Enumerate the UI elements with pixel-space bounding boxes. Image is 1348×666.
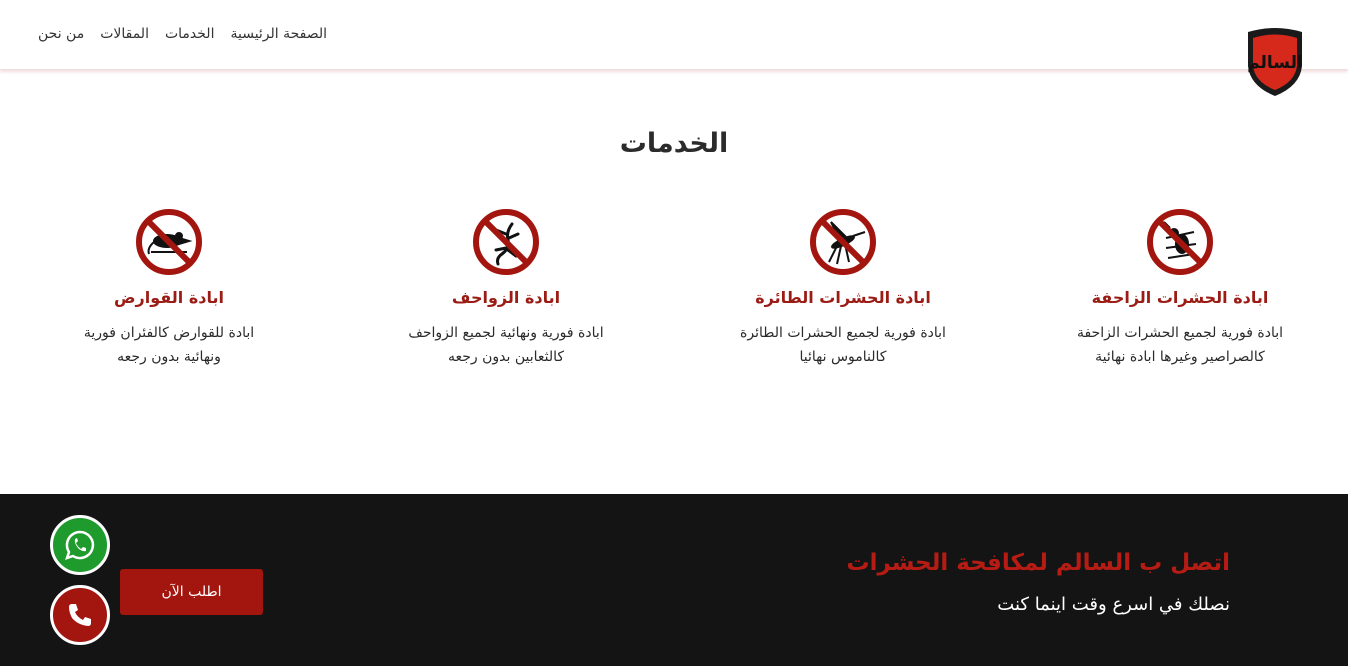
phone-icon — [69, 604, 91, 626]
contact-footer: اتصل ب السالم لمكافحة الحشرات نصلك في اس… — [0, 494, 1348, 666]
service-title: ابادة الزواحف — [451, 288, 561, 307]
service-description: ابادة للقوارض كالفئران فورية ونهائية بدو… — [83, 325, 255, 365]
phone-call-button[interactable] — [50, 585, 110, 645]
contact-subtitle: نصلك في اسرع وقت اينما كنت — [997, 594, 1230, 615]
contact-title: اتصل ب السالم لمكافحة الحشرات — [846, 550, 1230, 576]
nav-services[interactable]: الخدمات — [165, 26, 215, 42]
service-description: ابادة فورية ونهائية لجميع الزواحف كالثعا… — [408, 325, 604, 365]
nav-about[interactable]: من نحن — [38, 26, 84, 42]
service-card-rodents: ابادة القوارض ابادة للقوارض كالفئران فور… — [39, 208, 299, 369]
no-reptiles-icon — [473, 209, 539, 275]
service-title: ابادة القوارض — [114, 288, 224, 307]
service-description: ابادة فورية لجميع الحشرات الزاحفة كالصرا… — [1076, 325, 1284, 365]
service-card-crawling: ابادة الحشرات الزاحفة ابادة فورية لجميع … — [1050, 208, 1310, 369]
whatsapp-icon — [65, 530, 95, 560]
order-now-button[interactable]: اطلب الآن — [120, 569, 263, 615]
nav-home[interactable]: الصفحة الرئيسية — [230, 26, 327, 42]
service-title: ابادة الحشرات الزاحفة — [1091, 288, 1269, 307]
logo[interactable]: السالم — [1242, 26, 1308, 100]
no-rodents-icon — [136, 209, 202, 275]
services-list: ابادة الحشرات الزاحفة ابادة فورية لجميع … — [0, 208, 1348, 388]
no-flying-insects-icon — [810, 209, 876, 275]
nav-articles[interactable]: المقالات — [100, 26, 149, 42]
service-title: ابادة الحشرات الطائرة — [755, 288, 931, 307]
main-nav: من نحن المقالات الخدمات الصفحة الرئيسية — [38, 26, 327, 42]
services-title: الخدمات — [619, 128, 729, 159]
svg-text:السالم: السالم — [1247, 53, 1303, 73]
no-crawling-insects-icon — [1147, 209, 1213, 275]
site-header: السالم من نحن المقالات الخدمات الصفحة ال… — [0, 0, 1348, 96]
service-card-flying: ابادة الحشرات الطائرة ابادة فورية لجميع … — [713, 208, 973, 369]
service-card-reptiles: ابادة الزواحف ابادة فورية ونهائية لجميع … — [376, 208, 636, 369]
service-description: ابادة فورية لجميع الحشرات الطائرة كالنام… — [740, 325, 946, 365]
whatsapp-button[interactable] — [50, 515, 110, 575]
